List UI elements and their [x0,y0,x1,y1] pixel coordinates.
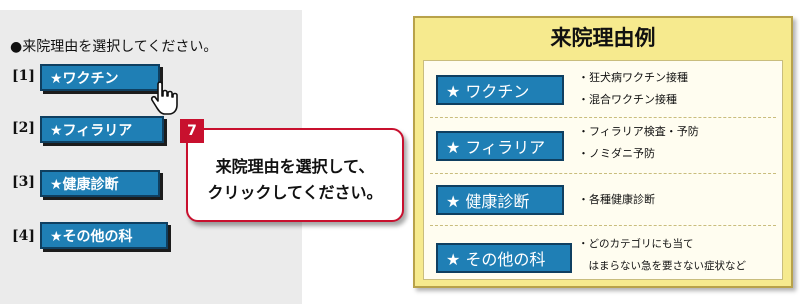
callout-line-1: 来院理由を選択して、 [215,157,375,176]
reference-label-health-check: ★ 健康診断 [436,185,564,215]
instruction-text: ●来院理由を選択してください。 [10,39,218,55]
pointing-hand-cursor-icon [150,81,178,115]
reference-desc-vaccine: ・狂犬病ワクチン接種 ・混合ワクチン接種 [578,71,688,106]
reference-desc-filaria: ・フィラリア検査・予防 ・ノミダニ予防 [578,125,699,160]
reference-row-filaria: ★ フィラリア ・フィラリア検査・予防 ・ノミダニ予防 [430,121,776,174]
reference-label-filaria: ★ フィラリア [436,131,564,161]
vaccine-button[interactable]: ★ワクチン [40,64,160,91]
reference-desc-health-check: ・各種健康診断 [578,193,655,206]
reference-label-vaccine: ★ ワクチン [436,75,564,105]
callout-line-2: クリックしてください。 [207,183,383,202]
reference-label-other: ★ その他の科 [436,243,572,273]
reference-desc-other: ・どのカテゴリにも当て はまらない急を要さない症状など [578,238,746,272]
reason-number-4: [4] [12,228,35,244]
instruction-callout: 来院理由を選択して、 クリックしてください。 [186,128,404,222]
reason-number-3: [3] [12,174,35,190]
reference-list: ★ ワクチン ・狂犬病ワクチン接種 ・混合ワクチン接種 ★ フィラリア ・フィラ… [423,60,783,280]
reason-number-1: [1] [12,68,35,84]
reference-row-vaccine: ★ ワクチン ・狂犬病ワクチン接種 ・混合ワクチン接種 [430,61,776,118]
health-check-button[interactable]: ★健康診断 [40,170,160,197]
reference-title: 来院理由例 [550,26,656,50]
other-department-button[interactable]: ★その他の科 [40,222,168,249]
reference-panel: 来院理由例 ★ ワクチン ・狂犬病ワクチン接種 ・混合ワクチン接種 ★ フィラリ… [413,16,793,288]
reason-number-2: [2] [12,120,35,136]
reference-row-other: ★ その他の科 ・どのカテゴリにも当て はまらない急を要さない症状など [430,231,776,279]
reference-row-health-check: ★ 健康診断 ・各種健康診断 [430,177,776,226]
filaria-button[interactable]: ★フィラリア [40,116,164,143]
step-badge: 7 [180,119,204,143]
